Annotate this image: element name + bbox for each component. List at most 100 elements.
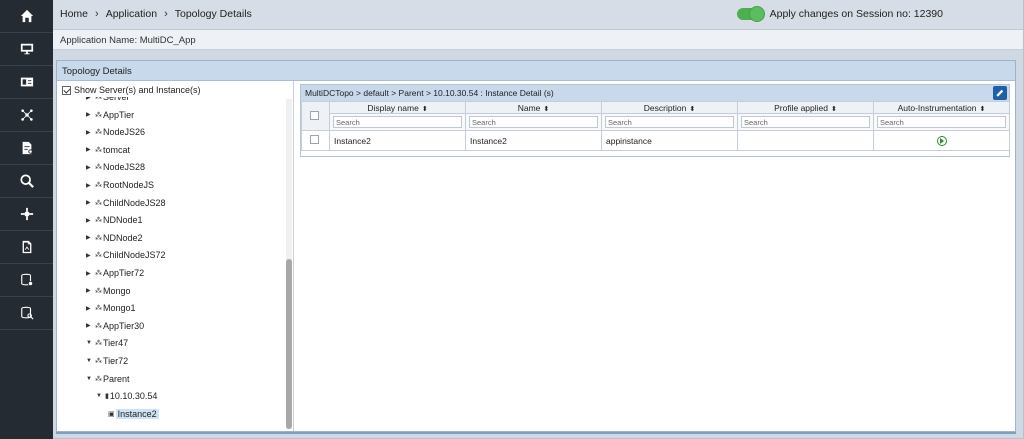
col-display-name[interactable]: Display name ⬍ [329, 101, 466, 114]
tree-item-label: NDNode2 [103, 232, 143, 243]
show-server-checkbox[interactable] [62, 85, 71, 95]
col-name[interactable]: Name ⬍ [465, 101, 602, 114]
caret-right-icon[interactable]: ▶ [86, 97, 92, 101]
caret-down-icon[interactable]: ▼ [96, 393, 102, 399]
tree-item[interactable]: ▶ ⁂ AppTier [86, 109, 134, 121]
tree-item[interactable]: ▶ ⁂ RootNodeJS [86, 179, 154, 191]
tier-icon: ⁂ [95, 97, 102, 101]
nav-database-search[interactable] [0, 297, 53, 330]
nav-settings-hub[interactable] [0, 198, 53, 231]
nav-file-report[interactable] [0, 231, 53, 264]
caret-right-icon[interactable]: ▶ [86, 217, 92, 224]
row-checkbox[interactable] [309, 135, 319, 144]
caret-right-icon[interactable]: ▶ [86, 129, 92, 136]
tier-icon: ⁂ [95, 252, 102, 260]
sort-icon: ⬍ [979, 105, 986, 113]
tree-item[interactable]: ▼ ▮ 10.10.30.54 [96, 390, 157, 402]
panel-bottom-border [56, 432, 1016, 434]
nav-topology[interactable] [0, 99, 53, 132]
apply-session-toggle[interactable] [736, 6, 765, 22]
show-server-option[interactable]: Show Server(s) and Instance(s) [62, 85, 201, 95]
cell-profile [737, 130, 874, 151]
caret-right-icon[interactable]: ▶ [86, 234, 92, 241]
search-auto-instr-input[interactable] [877, 116, 1006, 128]
topology-icon [20, 109, 33, 121]
caret-down-icon[interactable]: ▼ [86, 340, 92, 346]
nav-monitor[interactable] [0, 33, 53, 66]
caret-right-icon[interactable]: ▶ [86, 199, 92, 206]
search-description-input[interactable] [605, 116, 734, 128]
nav-database-settings[interactable] [0, 264, 53, 297]
show-server-label: Show Server(s) and Instance(s) [74, 85, 201, 95]
breadcrumb-topology-details: Topology Details [174, 8, 252, 20]
tree-item[interactable]: ▼ ⁂ Parent [86, 373, 130, 385]
caret-right-icon[interactable]: ▶ [86, 252, 92, 259]
caret-right-icon[interactable]: ▶ [86, 270, 92, 277]
tree-item-label: Server [103, 97, 130, 102]
monitor-icon [20, 43, 33, 55]
cell-auto-instrumentation [873, 130, 1010, 151]
table-row[interactable]: Instance2 Instance2 appinstance [301, 130, 1010, 151]
col-profile-applied[interactable]: Profile applied ⬍ [737, 101, 874, 114]
tree-item[interactable]: ▶ ⁂ tomcat [86, 144, 130, 156]
col-description[interactable]: Description ⬍ [601, 101, 738, 114]
sort-icon: ⬍ [421, 105, 428, 113]
nav-document-settings[interactable] [0, 132, 53, 165]
tree-pane: Show Server(s) and Instance(s) ▶ ⁂ Server ▶… [57, 81, 294, 431]
col-display-name-label: Display name [367, 102, 419, 113]
tree-item[interactable]: ▶ ⁂ AppTier30 [86, 320, 144, 332]
search-profile-input[interactable] [741, 116, 870, 128]
caret-right-icon[interactable]: ▶ [86, 322, 92, 329]
tree-scrollbar[interactable] [286, 99, 292, 429]
caret-down-icon[interactable]: ▼ [86, 358, 92, 364]
col-auto-instrumentation[interactable]: Auto-Instrumentation ⬍ [873, 101, 1010, 114]
tree-item[interactable]: ▶ ⁂ NodeJS28 [86, 161, 145, 173]
tree-item[interactable]: ▶ ⁂ NDNode2 [86, 232, 143, 244]
scrollbar-thumb[interactable] [286, 259, 292, 429]
filter-cell [601, 113, 738, 131]
tree-item[interactable]: ▶ ⁂ Server [86, 97, 130, 103]
caret-right-icon[interactable]: ▶ [86, 146, 92, 153]
tree-item[interactable]: ▶ ⁂ NDNode1 [86, 214, 143, 226]
nav-home[interactable] [0, 0, 53, 33]
search-display-name-input[interactable] [333, 116, 462, 128]
select-all-checkbox[interactable] [309, 110, 319, 120]
tree-item[interactable]: ▶ ⁂ ChildNodeJS72 [86, 249, 166, 261]
tree-item-label: Mongo1 [103, 303, 136, 314]
caret-down-icon[interactable]: ▼ [86, 376, 92, 382]
server-icon: ▮ [105, 393, 109, 401]
top-bar: Home › Application › Topology Details Ap… [53, 0, 1023, 30]
table-header-row: Display name ⬍ Name ⬍ Description ⬍ Profile… [301, 101, 1010, 131]
filter-cell [329, 113, 466, 131]
search-name-input[interactable] [469, 116, 598, 128]
database-search-icon [20, 306, 34, 320]
tree-item[interactable]: ▶ ⁂ AppTier72 [86, 267, 144, 279]
nav-id-card[interactable] [0, 66, 53, 99]
edit-button[interactable] [993, 86, 1007, 100]
tier-icon: ⁂ [95, 199, 102, 207]
caret-right-icon[interactable]: ▶ [86, 305, 92, 312]
breadcrumb-application[interactable]: Application [106, 8, 157, 20]
tree-item[interactable]: ▶ ⁂ ChildNodeJS28 [86, 197, 166, 209]
tree-item[interactable]: ▼ ⁂ Tier72 [86, 355, 128, 367]
tree-item[interactable]: ▣ Instance2 [108, 408, 159, 420]
document-settings-icon [22, 141, 33, 155]
caret-right-icon[interactable]: ▶ [86, 287, 92, 294]
caret-right-icon[interactable]: ▶ [86, 111, 92, 118]
caret-right-icon[interactable]: ▶ [86, 164, 92, 171]
tree-item[interactable]: ▶ ⁂ Mongo [86, 285, 131, 297]
apply-session-toggle-group: Apply changes on Session no: 12390 [736, 6, 943, 22]
caret-right-icon[interactable]: ▶ [86, 182, 92, 189]
breadcrumb-home[interactable]: Home [60, 8, 88, 20]
tier-icon: ⁂ [95, 111, 102, 119]
pencil-icon [996, 89, 1004, 97]
tree-item-label: Tier72 [103, 356, 129, 366]
play-circle-icon[interactable] [936, 135, 947, 146]
row-select-cell [301, 130, 330, 151]
nav-search[interactable] [0, 165, 53, 198]
tier-icon: ⁂ [95, 305, 102, 313]
tree-item[interactable]: ▼ ⁂ Tier47 [86, 337, 128, 349]
filter-row [302, 113, 1010, 131]
tree-item[interactable]: ▶ ⁂ Mongo1 [86, 302, 136, 314]
tree-item[interactable]: ▶ ⁂ NodeJS26 [86, 126, 145, 138]
